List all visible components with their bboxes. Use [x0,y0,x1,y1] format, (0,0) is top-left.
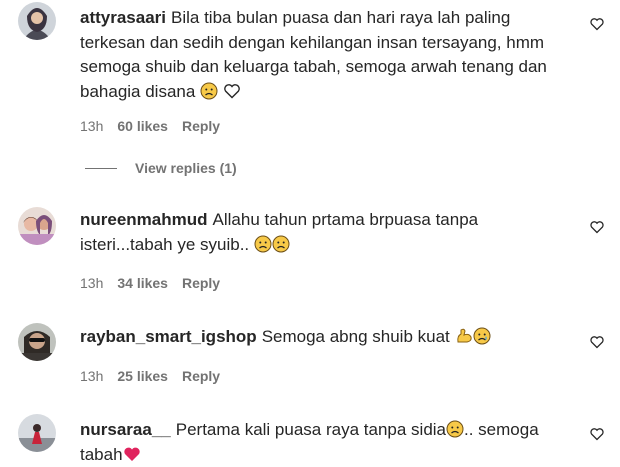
reply-button[interactable]: Reply [182,118,220,134]
like-count[interactable]: 25 likes [117,368,168,384]
username[interactable]: rayban_smart_igshop [80,327,257,346]
flexed-biceps-emoji-icon [456,328,472,343]
username[interactable]: attyrasaari [80,8,166,27]
timestamp[interactable]: 13h [80,368,103,384]
timestamp[interactable]: 13h [80,118,103,134]
like-count[interactable]: 34 likes [117,275,168,291]
avatar[interactable] [18,414,56,452]
like-heart-icon[interactable] [590,17,604,31]
sad-face-emoji-icon [200,82,218,99]
avatar[interactable] [18,207,56,245]
like-heart-icon[interactable] [590,220,604,234]
view-replies-label: View replies (1) [135,160,237,176]
reply-button[interactable]: Reply [182,275,220,291]
comment-meta: 13h 60 likes Reply [80,118,220,134]
comment-meta: 13h 34 likes Reply [80,275,220,291]
reply-button[interactable]: Reply [182,368,220,384]
comment-body: attyrasaari Bila tiba bulan puasa dan har… [80,6,560,104]
sad-face-emoji-icon [254,235,272,252]
like-count[interactable]: 60 likes [117,118,168,134]
view-replies-button[interactable]: View replies (1) [85,160,237,176]
like-heart-icon[interactable] [590,427,604,441]
comment-meta: 13h 25 likes Reply [80,368,220,384]
sad-face-emoji-icon [446,420,464,438]
avatar[interactable] [18,323,56,361]
comment-body: nureenmahmud Allahu tahun prtama brpuasa … [80,208,560,257]
comment-text: Semoga abng shuib kuat [261,327,450,346]
comment-text: Pertama kali puasa raya tanpa sidia [175,420,446,439]
crying-face-emoji-icon [473,327,491,345]
heart-outline-emoji-icon [223,83,240,98]
avatar[interactable] [18,2,56,40]
red-heart-emoji-icon [123,447,140,461]
divider-line [85,167,117,169]
comment-body: nursaraa__ Pertama kali puasa raya tanpa … [80,418,560,467]
like-heart-icon[interactable] [590,335,604,349]
sad-face-emoji-icon [272,235,290,252]
comment-body: rayban_smart_igshop Semoga abng shuib kua… [80,325,560,350]
username[interactable]: nursaraa__ [80,420,171,439]
username[interactable]: nureenmahmud [80,210,208,229]
timestamp[interactable]: 13h [80,275,103,291]
